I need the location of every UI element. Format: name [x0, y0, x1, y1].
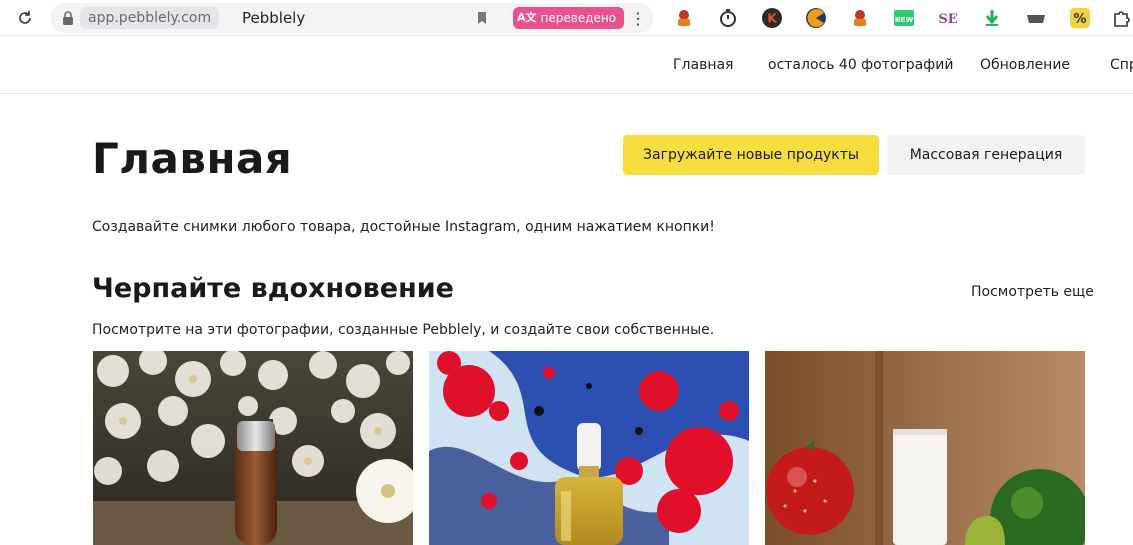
pacman-icon[interactable]: [804, 6, 828, 30]
download-arrow-icon[interactable]: [980, 6, 1004, 30]
page-tab-title: Pebblely: [242, 9, 306, 27]
translated-badge[interactable]: A文 переведено: [513, 7, 625, 29]
page-title: Главная: [92, 134, 293, 183]
translated-label: переведено: [540, 11, 617, 25]
translate-icon: A文: [517, 11, 537, 24]
inspiration-image-bottle-flowers[interactable]: [93, 351, 413, 545]
k-icon[interactable]: K: [760, 6, 784, 30]
tray-icon[interactable]: [1024, 6, 1048, 30]
browser-toolbar: app.pebblely.com Pebblely A文 переведено …: [0, 0, 1133, 36]
svg-text:SE: SE: [938, 12, 957, 27]
puzzle-person-icon[interactable]: [848, 6, 872, 30]
inspiration-title: Черпайте вдохновение: [92, 273, 454, 304]
puzzle-person-icon[interactable]: [672, 6, 696, 30]
puzzle-icon[interactable]: [1110, 6, 1133, 30]
inspiration-image-cream-fruit[interactable]: [765, 351, 1085, 545]
see-more-link[interactable]: Посмотреть еще: [971, 283, 1094, 301]
timer-icon[interactable]: [716, 6, 740, 30]
inspiration-description: Посмотрите на эти фотографии, созданные …: [92, 322, 715, 338]
svg-text:%: %: [1073, 12, 1086, 27]
inspiration-image-serum-paint[interactable]: [429, 351, 749, 545]
page-subtitle: Создавайте снимки любого товара, достойн…: [92, 219, 715, 235]
new-icon[interactable]: NEW: [892, 6, 916, 30]
nav-remaining-photos[interactable]: осталось 40 фотографий: [768, 56, 953, 74]
address-bar[interactable]: app.pebblely.com Pebblely A文 переведено …: [50, 3, 654, 33]
upload-products-button[interactable]: Загружайте новые продукты: [623, 135, 879, 175]
reload-icon[interactable]: [14, 7, 36, 29]
nav-home[interactable]: Главная: [673, 56, 733, 74]
bookmark-icon[interactable]: [474, 10, 490, 26]
lock-icon[interactable]: [60, 10, 76, 26]
url-text[interactable]: app.pebblely.com: [80, 7, 220, 29]
more-options-icon[interactable]: ⋮: [630, 8, 646, 28]
svg-text:K: K: [767, 12, 777, 26]
nav-upgrade[interactable]: Обновление: [980, 56, 1070, 74]
bulk-generation-button[interactable]: Массовая генерация: [887, 135, 1085, 175]
site-header: Главная осталось 40 фотографий Обновлени…: [0, 37, 1133, 94]
percent-icon[interactable]: %: [1068, 6, 1092, 30]
svg-text:NEW: NEW: [895, 16, 914, 24]
se-icon[interactable]: SE: [936, 6, 960, 30]
nav-help[interactable]: Спр: [1110, 56, 1133, 74]
